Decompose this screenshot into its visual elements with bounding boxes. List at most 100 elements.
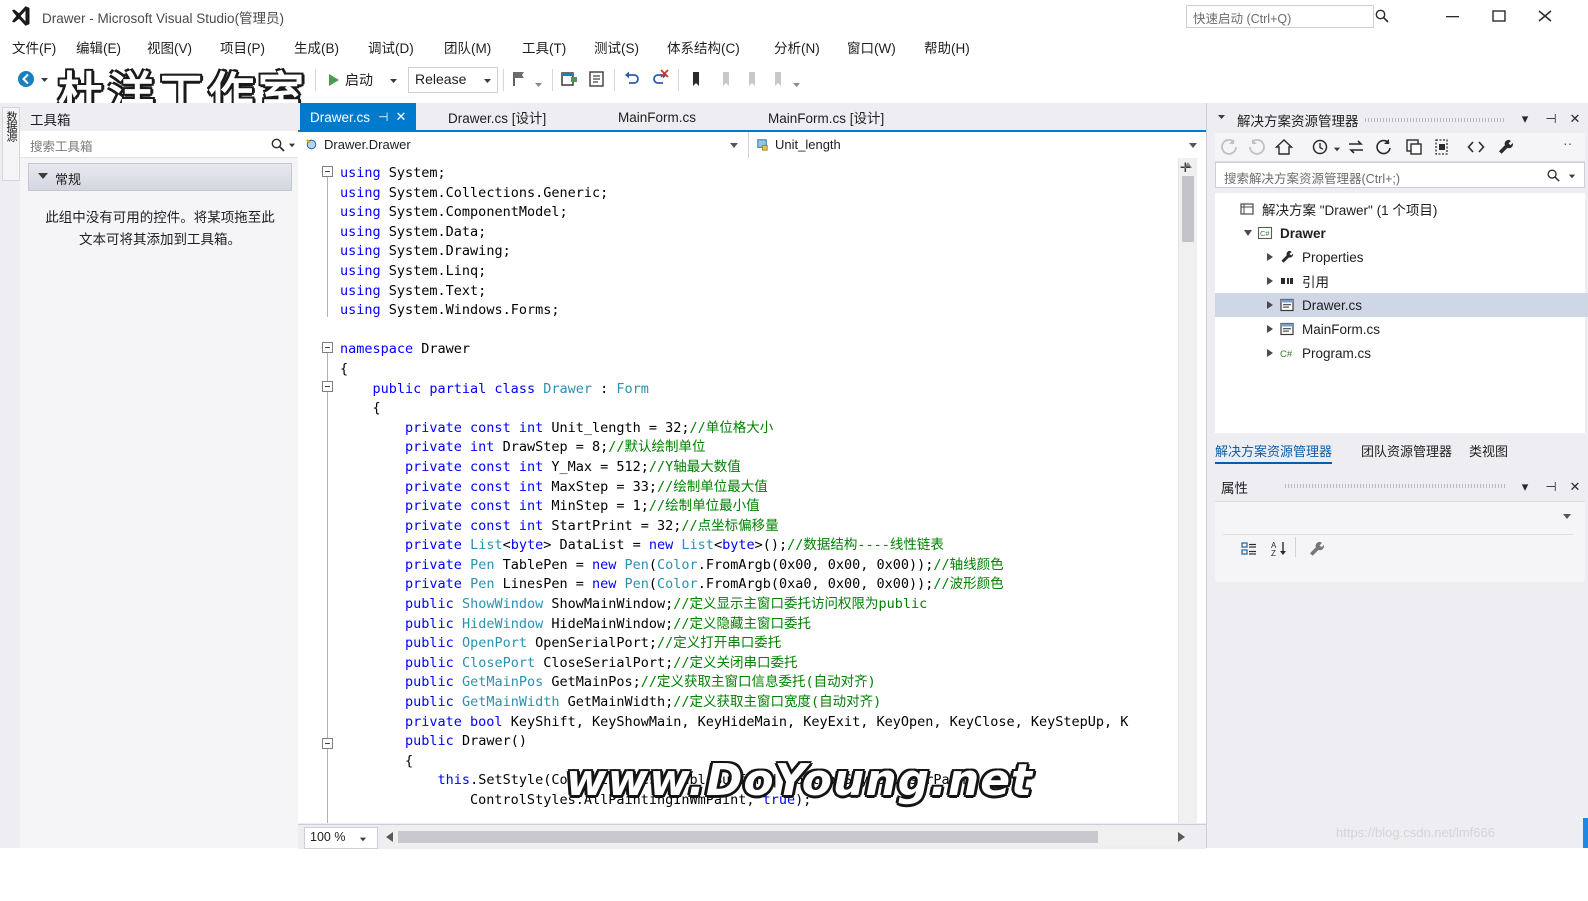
tree-item-1[interactable]: C# Drawer (1215, 221, 1588, 245)
properties-wrench-icon[interactable] (1495, 137, 1517, 157)
fold-namespace-icon[interactable] (322, 342, 333, 353)
tree-item-2[interactable]: Properties (1215, 245, 1588, 269)
search-options-caret-icon[interactable] (288, 141, 296, 149)
code-text[interactable]: using System; using System.Collections.Ge… (340, 164, 1128, 811)
properties-close-button[interactable]: ✕ (1565, 477, 1585, 497)
quick-launch-input[interactable]: 快速启动 (Ctrl+Q) (1186, 5, 1374, 28)
tree-expander[interactable] (1263, 277, 1277, 285)
collapse-all-icon[interactable] (1403, 137, 1425, 157)
fold-usings-icon[interactable] (322, 166, 333, 177)
categorized-icon[interactable] (1237, 539, 1261, 559)
dock-tab-0[interactable]: 解决方案资源管理器 (1215, 441, 1333, 464)
pending-changes-caret-icon[interactable] (1333, 145, 1341, 153)
bookmarks-overflow-icon[interactable] (792, 80, 801, 89)
attach-dropdown-icon[interactable] (534, 80, 543, 89)
type-navigation-dropdown[interactable]: Drawer.Drawer (298, 132, 749, 158)
dock-tab-1[interactable]: 团队资源管理器 (1361, 441, 1452, 460)
tree-item-5[interactable]: MainForm.cs (1215, 317, 1588, 341)
fold-class-icon[interactable] (322, 381, 333, 392)
member-navigation-dropdown[interactable]: Unit_length (749, 132, 1206, 158)
panel-menu-caret-icon[interactable] (1217, 112, 1226, 121)
panel-dropdown-button[interactable]: ▾ (1515, 109, 1535, 129)
alphabetical-sort-icon[interactable]: A Z (1267, 539, 1291, 559)
hscrollbar-thumb[interactable] (398, 831, 1098, 843)
search-icon[interactable] (1374, 8, 1390, 24)
tree-expander[interactable] (1263, 349, 1277, 357)
fold-constructor-icon[interactable] (322, 738, 333, 749)
tab-pin-icon[interactable]: ⊣ (378, 110, 388, 124)
sync-with-active-document-icon[interactable] (1345, 137, 1367, 157)
comment-selection-icon[interactable] (586, 67, 610, 91)
splitter-handle-icon[interactable]: ✛ (1180, 160, 1191, 176)
configuration-dropdown-icon[interactable] (483, 76, 492, 85)
tree-item-4[interactable]: Drawer.cs (1215, 293, 1588, 317)
panel-close-button[interactable]: ✕ (1565, 109, 1585, 129)
menu-item-6[interactable]: 团队(M) (440, 35, 495, 59)
undo-icon[interactable] (620, 67, 644, 91)
properties-dropdown-button[interactable]: ▾ (1515, 477, 1535, 497)
menu-item-9[interactable]: 体系结构(C) (663, 35, 744, 59)
properties-object-caret-icon[interactable] (1563, 514, 1571, 519)
tab-close-icon[interactable]: ✕ (395, 109, 406, 125)
scroll-right-arrow-icon[interactable] (1178, 832, 1185, 842)
new-window-icon[interactable] (558, 67, 582, 91)
toolbox-group-general[interactable]: 常规 (28, 163, 292, 191)
start-dropdown-icon[interactable] (389, 76, 398, 85)
dock-tab-2[interactable]: 类视图 (1469, 441, 1508, 460)
menu-item-4[interactable]: 生成(B) (290, 35, 343, 59)
document-tab-2[interactable]: MainForm.cs (608, 103, 706, 131)
minimize-button[interactable] (1432, 0, 1474, 30)
menu-item-5[interactable]: 调试(D) (364, 35, 418, 59)
tree-expander[interactable] (1241, 230, 1255, 236)
navigate-back-icon[interactable] (16, 69, 36, 89)
tree-expander[interactable] (1263, 301, 1277, 309)
document-tab-1[interactable]: Drawer.cs [设计] (438, 103, 556, 131)
solution-explorer-search-input[interactable]: 搜索解决方案资源管理器(Ctrl+;) (1215, 162, 1585, 188)
toolbox-search-input[interactable]: 搜索工具箱 (20, 131, 298, 158)
menu-item-2[interactable]: 视图(V) (143, 35, 196, 59)
scrollbar-thumb[interactable] (1182, 176, 1194, 242)
show-all-files-icon[interactable] (1431, 137, 1453, 157)
panel-pin-button[interactable]: ⊣ (1541, 109, 1561, 129)
menu-item-7[interactable]: 工具(T) (518, 35, 570, 59)
property-pages-icon[interactable] (1305, 539, 1329, 559)
properties-pin-button[interactable]: ⊣ (1541, 477, 1561, 497)
redo-icon[interactable] (648, 67, 672, 91)
scroll-left-arrow-icon[interactable] (386, 832, 393, 842)
editor-gutter[interactable] (298, 158, 340, 823)
menu-item-0[interactable]: 文件(F) (8, 35, 60, 59)
data-sources-tab[interactable]: 数据源 (2, 107, 20, 181)
tree-item-6[interactable]: C# Program.cs (1215, 341, 1588, 365)
search-icon[interactable] (1546, 168, 1561, 183)
solution-explorer-tree[interactable]: 解决方案 "Drawer" (1 个项目) C# Drawer Properties 引… (1215, 193, 1588, 433)
document-tab-3[interactable]: MainForm.cs [设计] (758, 103, 894, 131)
editor-horizontal-scrollbar[interactable] (384, 828, 1184, 846)
bookmark-icon[interactable] (684, 67, 708, 91)
menu-item-12[interactable]: 帮助(H) (920, 35, 974, 59)
document-tab-0[interactable]: Drawer.cs ⊣ ✕ (300, 103, 417, 131)
menu-item-8[interactable]: 测试(S) (590, 35, 643, 59)
tree-item-3[interactable]: 引用 (1215, 269, 1588, 293)
menu-item-3[interactable]: 项目(P) (216, 35, 269, 59)
refresh-icon[interactable] (1373, 137, 1395, 157)
menu-item-1[interactable]: 编辑(E) (72, 35, 125, 59)
home-icon[interactable] (1273, 137, 1295, 157)
attach-to-process-icon[interactable] (508, 67, 532, 91)
menu-item-10[interactable]: 分析(N) (770, 35, 824, 59)
toolbar-overflow-icon[interactable]: ·· (1563, 135, 1572, 151)
search-icon[interactable] (270, 137, 286, 153)
menu-item-11[interactable]: 窗口(W) (843, 35, 900, 59)
maximize-button[interactable] (1478, 0, 1520, 30)
tree-expander[interactable] (1263, 325, 1277, 333)
tree-item-0[interactable]: 解决方案 "Drawer" (1 个项目) (1215, 197, 1588, 221)
navigate-back-dropdown-icon[interactable] (40, 75, 49, 84)
zoom-level-combo[interactable]: 100 % (304, 827, 378, 849)
pending-changes-icon[interactable] (1309, 137, 1331, 157)
start-debug-button[interactable]: 启动 (325, 67, 377, 92)
search-filter-caret-icon[interactable] (1568, 172, 1576, 180)
editor-vertical-scrollbar[interactable] (1178, 158, 1197, 823)
view-code-icon[interactable] (1465, 137, 1487, 157)
close-button[interactable] (1524, 0, 1566, 30)
code-editor[interactable]: using System; using System.Collections.Ge… (298, 158, 1206, 823)
tree-expander[interactable] (1263, 253, 1277, 261)
